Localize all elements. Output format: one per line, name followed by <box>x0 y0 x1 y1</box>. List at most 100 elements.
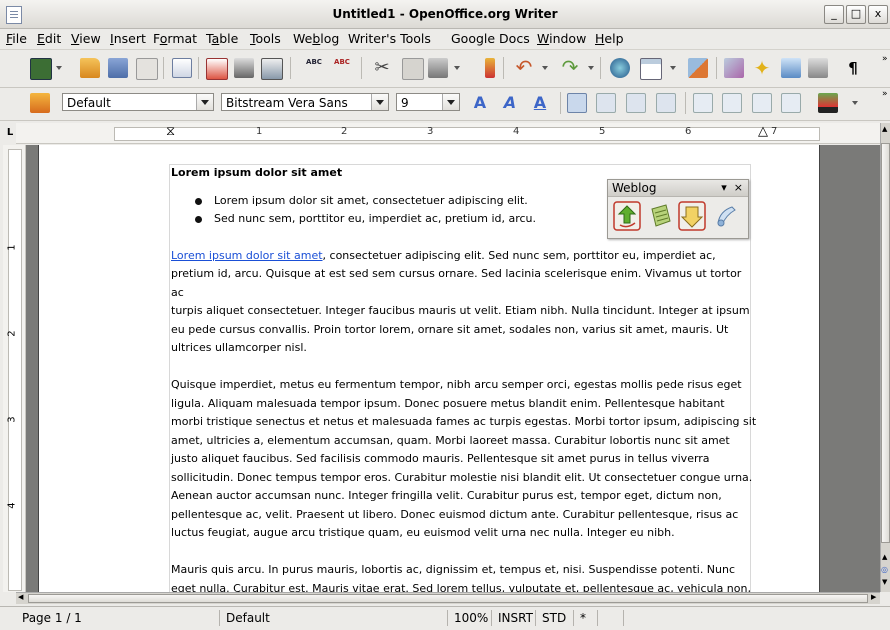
chevron-down-icon[interactable] <box>196 94 213 110</box>
menu-view[interactable]: View <box>71 31 101 46</box>
paragraph-line: ultrices ullamcorper nisl. <box>171 341 307 354</box>
new-dropdown-icon[interactable] <box>56 66 62 70</box>
menu-weblog[interactable]: Weblog <box>293 31 339 46</box>
selection-mode-indicator[interactable]: STD <box>538 610 574 626</box>
bullets-icon[interactable] <box>722 93 742 113</box>
menu-help[interactable]: Help <box>595 31 624 46</box>
table-icon[interactable] <box>640 58 662 80</box>
insert-mode-indicator[interactable]: INSRT <box>494 610 536 626</box>
new-document-icon[interactable] <box>30 58 52 80</box>
toolbar-overflow-icon[interactable]: » <box>882 89 888 99</box>
bold-icon[interactable]: A <box>470 93 490 113</box>
vertical-scrollbar[interactable]: ▲ ▲ ◎ ▼ <box>880 123 890 592</box>
paragraph-style-select[interactable]: Default <box>62 93 214 111</box>
page-preview-icon[interactable] <box>261 58 283 80</box>
save-icon[interactable] <box>108 58 128 78</box>
styles-formatting-icon[interactable] <box>30 93 50 113</box>
font-color-dropdown-icon[interactable] <box>852 101 858 105</box>
redo-dropdown-icon[interactable] <box>588 66 594 70</box>
italic-icon[interactable]: A <box>500 93 520 113</box>
email-document-icon[interactable] <box>136 58 158 80</box>
chevron-down-icon[interactable] <box>442 94 459 110</box>
autospellcheck-icon[interactable]: ABC <box>332 57 352 77</box>
cut-icon[interactable]: ✂ <box>372 58 392 78</box>
weblog-publish-button[interactable] <box>613 201 641 231</box>
gallery-icon[interactable] <box>781 58 801 78</box>
redo-icon[interactable]: ↷ <box>560 56 580 78</box>
paste-icon[interactable] <box>428 58 448 78</box>
data-sources-icon[interactable] <box>808 58 828 78</box>
tab-stop-selector[interactable]: L <box>3 125 17 141</box>
navigator-icon[interactable]: ✦ <box>752 58 772 78</box>
weblog-settings-button[interactable] <box>712 201 740 231</box>
horizontal-scroll-thumb[interactable] <box>28 594 868 603</box>
panel-menu-icon[interactable]: ▾ <box>721 181 727 194</box>
weblog-edit-button[interactable] <box>646 201 674 231</box>
table-dropdown-icon[interactable] <box>670 66 676 70</box>
signature-indicator[interactable] <box>600 610 624 626</box>
previous-page-icon[interactable]: ▲ <box>882 553 887 561</box>
font-size-select[interactable]: 9 <box>396 93 460 111</box>
export-pdf-icon[interactable] <box>206 58 228 80</box>
align-center-icon[interactable] <box>596 93 616 113</box>
menu-window[interactable]: Window <box>537 31 586 46</box>
zoom-indicator[interactable]: 100% <box>450 610 492 626</box>
scroll-right-icon[interactable]: ▶ <box>871 593 876 601</box>
hyperlink-icon[interactable] <box>610 58 630 78</box>
find-replace-icon[interactable] <box>724 58 744 78</box>
weblog-panel-header[interactable]: Weblog ▾ × <box>608 180 748 197</box>
underline-icon[interactable]: A <box>530 93 550 113</box>
menu-table[interactable]: Table <box>206 31 238 46</box>
next-page-icon[interactable]: ▼ <box>882 578 887 586</box>
menu-insert[interactable]: Insert <box>110 31 146 46</box>
weblog-download-button[interactable] <box>678 201 706 231</box>
close-icon[interactable]: × <box>734 181 743 194</box>
print-icon[interactable] <box>234 58 254 78</box>
right-indent-marker-icon[interactable]: △ <box>758 125 768 138</box>
undo-icon[interactable]: ↶ <box>514 56 534 78</box>
page-indicator[interactable]: Page 1 / 1 <box>18 610 220 626</box>
formatting-toolbar: Default Bitstream Vera Sans 9 A A A » <box>0 87 890 121</box>
scroll-up-icon[interactable]: ▲ <box>882 125 887 133</box>
menu-writers-tools[interactable]: Writer's Tools <box>348 31 431 46</box>
decrease-indent-icon[interactable] <box>752 93 772 113</box>
font-name-select[interactable]: Bitstream Vera Sans <box>221 93 389 111</box>
left-indent-marker-icon[interactable]: ⧖ <box>166 125 175 138</box>
menu-tools[interactable]: Tools <box>250 31 281 46</box>
weblog-toolbar-panel[interactable]: Weblog ▾ × <box>607 179 749 239</box>
align-right-icon[interactable] <box>626 93 646 113</box>
scroll-left-icon[interactable]: ◀ <box>18 593 23 601</box>
justify-icon[interactable] <box>656 93 676 113</box>
menu-format[interactable]: Format <box>153 31 197 46</box>
show-draw-functions-icon[interactable] <box>688 58 708 78</box>
edit-file-icon[interactable] <box>172 58 192 78</box>
document-canvas: Lorem ipsum dolor sit amet Lorem ipsum d… <box>26 145 880 592</box>
undo-dropdown-icon[interactable] <box>542 66 548 70</box>
clone-formatting-icon[interactable] <box>485 58 495 78</box>
open-folder-icon[interactable] <box>80 58 100 78</box>
menu-google-docs[interactable]: Google Docs <box>451 31 530 46</box>
chevron-down-icon[interactable] <box>371 94 388 110</box>
minimize-button[interactable]: _ <box>824 5 844 24</box>
numbering-icon[interactable] <box>693 93 713 113</box>
close-button[interactable]: x <box>868 5 888 24</box>
vertical-ruler[interactable]: 1 2 3 4 <box>3 145 26 592</box>
menu-file[interactable]: File <box>6 31 27 46</box>
maximize-button[interactable]: □ <box>846 5 866 24</box>
align-left-icon[interactable] <box>567 93 587 113</box>
page-style-indicator[interactable]: Default <box>222 610 448 626</box>
menu-edit[interactable]: Edit <box>37 31 61 46</box>
navigation-icon[interactable]: ◎ <box>881 565 888 574</box>
hyperlink[interactable]: Lorem ipsum dolor sit amet <box>171 249 323 262</box>
spellcheck-icon[interactable]: ABC <box>304 57 324 77</box>
font-color-icon[interactable] <box>818 93 838 113</box>
formatting-marks-icon[interactable]: ¶ <box>843 58 863 78</box>
toolbar-overflow-icon[interactable]: » <box>882 54 888 64</box>
paste-dropdown-icon[interactable] <box>454 66 460 70</box>
copy-icon[interactable] <box>402 58 424 80</box>
increase-indent-icon[interactable] <box>781 93 801 113</box>
vertical-scroll-thumb[interactable] <box>881 143 890 543</box>
horizontal-scrollbar[interactable]: ◀ ▶ <box>16 592 880 604</box>
document-page[interactable]: Lorem ipsum dolor sit amet Lorem ipsum d… <box>38 145 820 592</box>
horizontal-ruler[interactable]: ⧖ △ 1 2 3 4 5 6 7 <box>16 123 880 144</box>
